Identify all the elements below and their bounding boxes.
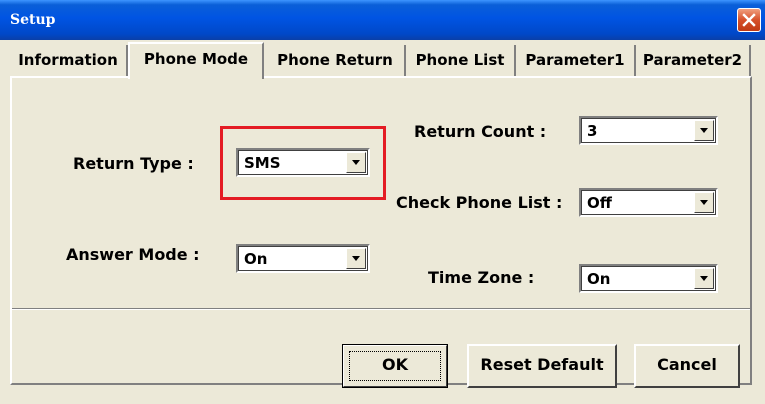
button-separator-highlight — [12, 309, 750, 310]
answer-mode-value: On — [244, 250, 268, 268]
chevron-down-icon — [700, 276, 708, 281]
return-type-select[interactable]: SMS — [236, 148, 370, 177]
check-phone-list-dropdown-button[interactable] — [694, 192, 714, 213]
cancel-button[interactable]: Cancel — [634, 344, 740, 388]
reset-default-button[interactable]: Reset Default — [467, 344, 617, 388]
tab-parameter2[interactable]: Parameter2 — [636, 45, 751, 76]
return-count-label: Return Count : — [414, 122, 547, 141]
window-title: Setup — [10, 12, 56, 28]
title-bar[interactable]: Setup — [0, 0, 765, 40]
check-phone-list-select[interactable]: Off — [579, 188, 718, 217]
check-phone-list-label: Check Phone List : — [396, 193, 563, 212]
chevron-down-icon — [352, 160, 360, 165]
return-type-dropdown-button[interactable] — [346, 152, 366, 173]
return-count-dropdown-button[interactable] — [694, 120, 714, 141]
answer-mode-label: Answer Mode : — [66, 245, 200, 264]
tab-phone-return[interactable]: Phone Return — [266, 45, 406, 76]
return-type-value: SMS — [244, 154, 281, 172]
tab-parameter1[interactable]: Parameter1 — [516, 45, 636, 76]
answer-mode-dropdown-button[interactable] — [346, 248, 366, 269]
tab-phone-mode[interactable]: Phone Mode — [128, 42, 264, 79]
chevron-down-icon — [352, 256, 360, 261]
close-icon — [742, 13, 756, 27]
chevron-down-icon — [700, 128, 708, 133]
ok-button[interactable]: OK — [342, 344, 448, 388]
close-button[interactable] — [737, 8, 761, 32]
focus-rectangle — [349, 351, 441, 381]
return-count-value: 3 — [587, 122, 598, 140]
time-zone-dropdown-button[interactable] — [694, 268, 714, 289]
tab-information[interactable]: Information — [10, 45, 128, 76]
time-zone-select[interactable]: On — [579, 264, 718, 293]
tab-phone-list[interactable]: Phone List — [406, 45, 516, 76]
answer-mode-select[interactable]: On — [236, 244, 370, 273]
time-zone-label: Time Zone : — [428, 268, 535, 287]
return-count-select[interactable]: 3 — [579, 116, 718, 145]
check-phone-list-value: Off — [587, 194, 612, 212]
chevron-down-icon — [700, 200, 708, 205]
return-type-label: Return Type : — [73, 154, 194, 173]
setup-dialog: Setup Information Phone Mode Phone Retur… — [0, 0, 765, 404]
time-zone-value: On — [587, 270, 611, 288]
